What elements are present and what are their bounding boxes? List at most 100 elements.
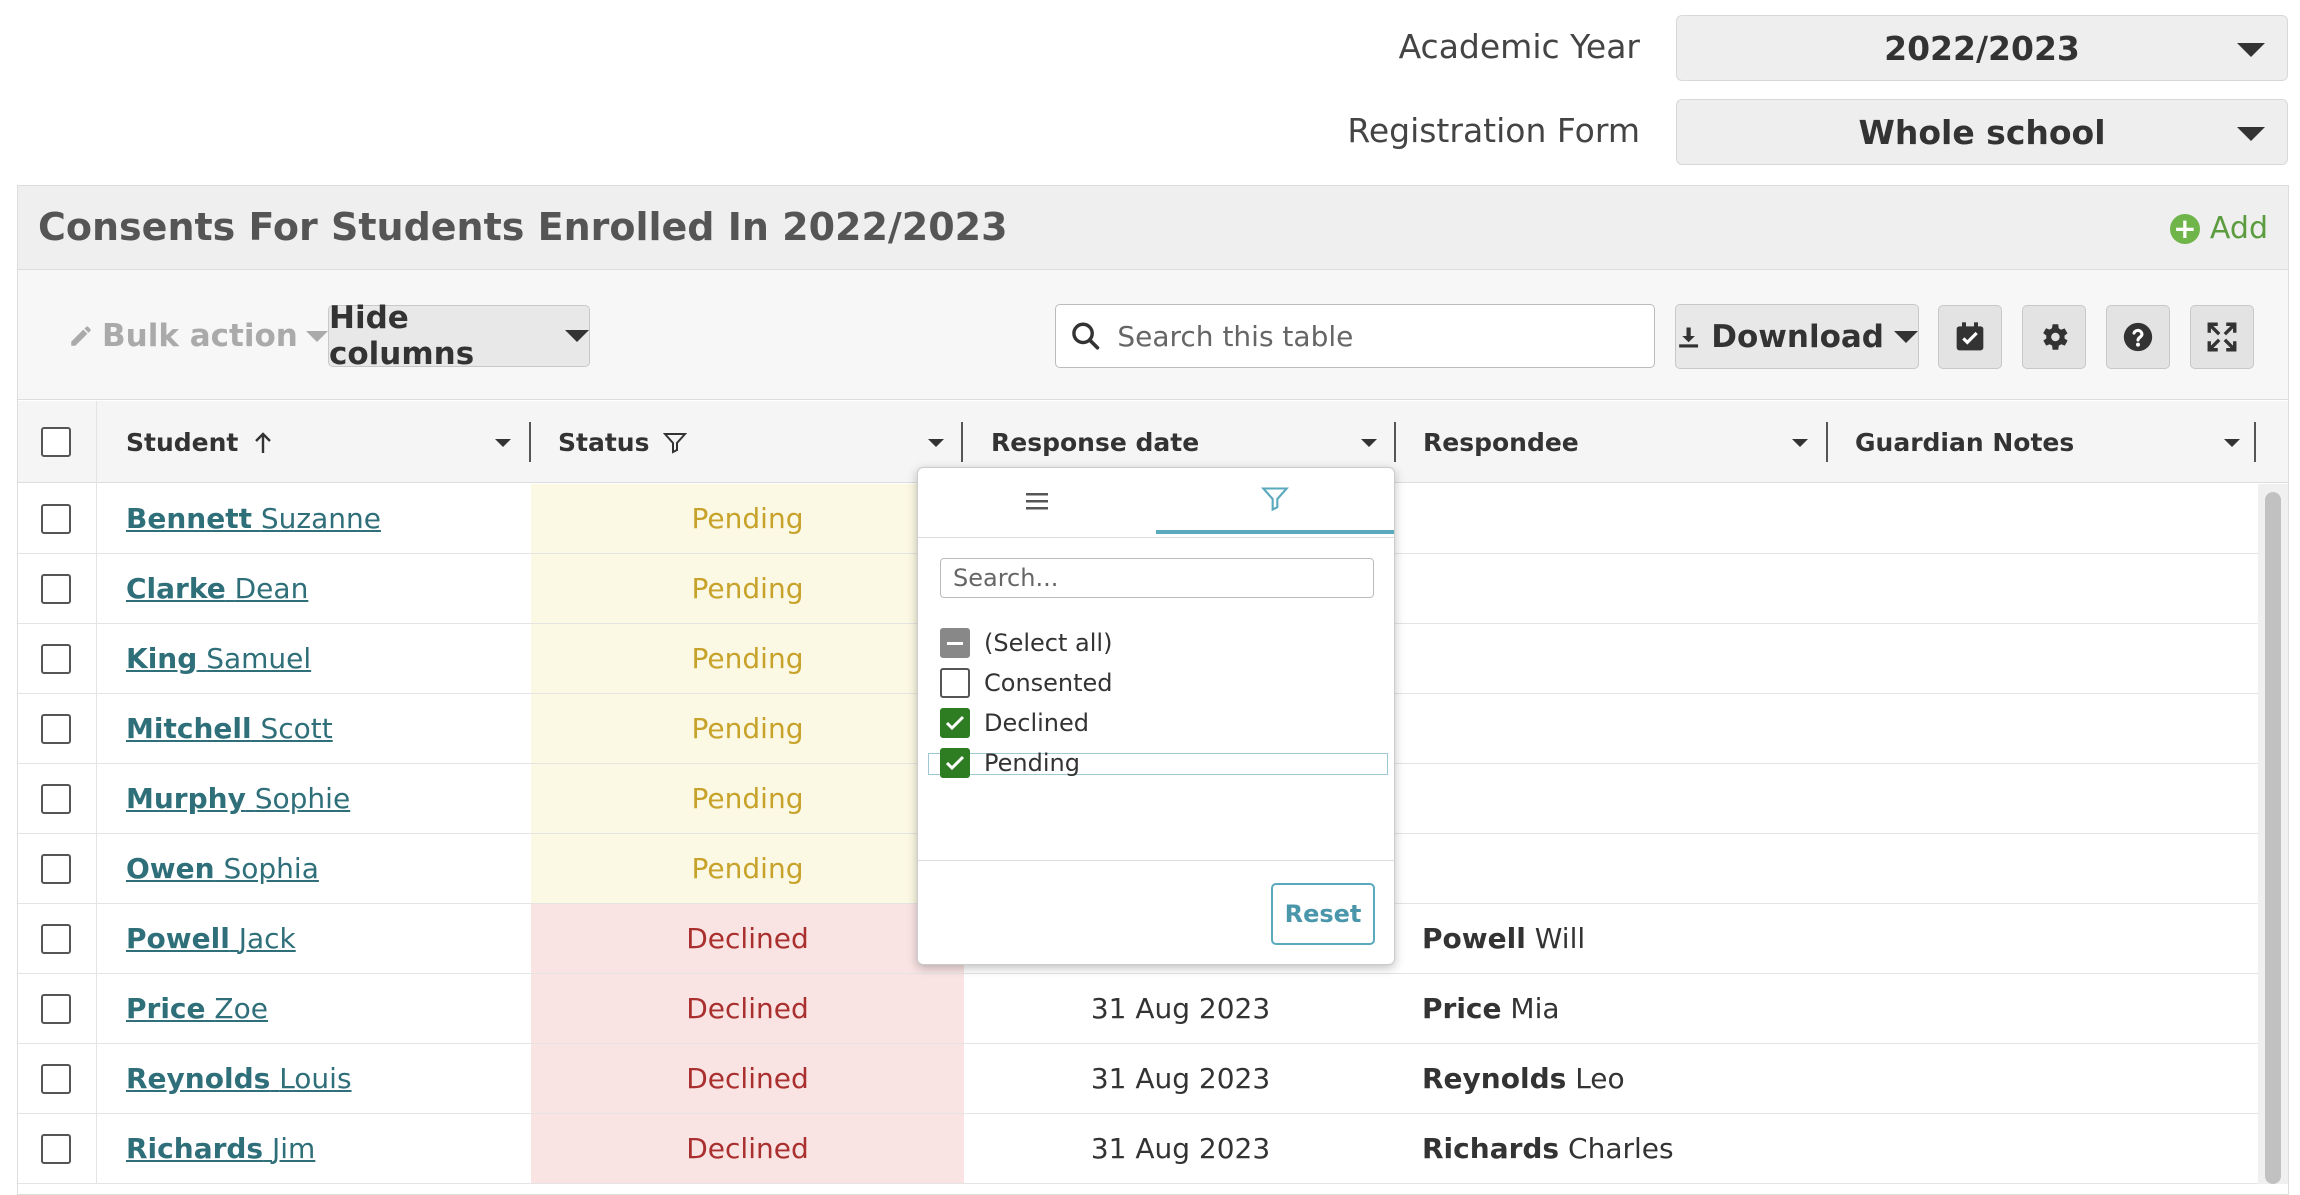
student-name-link[interactable]: Price Zoe (126, 992, 268, 1025)
bulk-action-label: Bulk action (102, 318, 298, 354)
filter-search-input[interactable] (951, 563, 1373, 593)
student-name-link[interactable]: Richards Jim (126, 1132, 315, 1165)
column-header-guardian-notes[interactable]: Guardian Notes (1855, 428, 2074, 457)
column-header-status[interactable]: Status (558, 428, 688, 457)
student-name-link[interactable]: King Samuel (126, 642, 311, 675)
student-name-link[interactable]: Mitchell Scott (126, 712, 333, 745)
column-separator[interactable] (1826, 422, 1828, 462)
download-icon (1679, 327, 1699, 348)
column-header-response-date[interactable]: Response date (991, 428, 1199, 457)
student-name-link[interactable]: Powell Jack (126, 922, 296, 955)
row-checkbox[interactable] (41, 504, 71, 534)
column-separator[interactable] (2254, 422, 2256, 462)
registration-form-select[interactable]: Whole school (1676, 99, 2288, 165)
consent-check-button[interactable] (1938, 305, 2002, 369)
column-menu-status-icon[interactable] (928, 439, 944, 447)
student-name-link[interactable]: Murphy Sophie (126, 782, 350, 815)
menu-icon (1026, 493, 1048, 510)
column-menu-guardian-notes-icon[interactable] (2224, 439, 2240, 447)
filter-option-label: Declined (984, 709, 1089, 737)
caret-down-icon (2237, 43, 2265, 57)
column-menu-response-date-icon[interactable] (1361, 439, 1377, 447)
help-button[interactable] (2106, 305, 2170, 369)
select-all-checkbox[interactable] (41, 427, 71, 457)
column-menu-respondee-icon[interactable] (1792, 439, 1808, 447)
student-name-link[interactable]: Clarke Dean (126, 572, 308, 605)
popup-tab-divider (918, 537, 1394, 538)
registration-form-value: Whole school (1858, 112, 2106, 152)
filter-option-declined[interactable]: Declined (940, 708, 1089, 738)
add-button[interactable]: + Add (2169, 211, 2268, 246)
filter-option-select-all[interactable]: (Select all) (940, 628, 1112, 658)
table-search-input[interactable] (1115, 318, 1654, 354)
row-checkbox[interactable] (41, 574, 71, 604)
table-scrollbar[interactable] (2258, 484, 2288, 1184)
response-date-cell: 31 Aug 2023 (1090, 1132, 1271, 1165)
bulk-action-button[interactable]: Bulk action (68, 318, 328, 354)
row-checkbox[interactable] (41, 1134, 71, 1164)
expand-icon (2207, 322, 2237, 352)
checkmark-icon (945, 755, 965, 771)
column-header-respondee[interactable]: Respondee (1423, 428, 1579, 457)
column-header-student-label: Student (126, 428, 239, 457)
row-checkbox[interactable] (41, 854, 71, 884)
settings-button[interactable] (2022, 305, 2086, 369)
row-checkbox[interactable] (41, 1064, 71, 1094)
student-name-link[interactable]: Reynolds Louis (126, 1062, 352, 1095)
status-cell: Pending (531, 554, 964, 623)
calendar-check-icon (1956, 322, 1984, 351)
status-cell: Declined (531, 1114, 964, 1183)
column-header-student[interactable]: Student (126, 428, 274, 457)
status-filter-popup: (Select all) Consented Declined Pending … (917, 467, 1395, 965)
status-cell: Pending (531, 624, 964, 693)
download-label: Download (1711, 318, 1884, 355)
academic-year-value: 2022/2023 (1884, 28, 2080, 68)
column-separator[interactable] (961, 422, 963, 462)
column-separator[interactable] (1394, 422, 1396, 462)
row-checkbox[interactable] (41, 644, 71, 674)
row-checkbox[interactable] (41, 784, 71, 814)
column-header-response-date-label: Response date (991, 428, 1200, 457)
indeterminate-checkbox-icon[interactable] (940, 628, 970, 658)
academic-year-select[interactable]: 2022/2023 (1676, 15, 2288, 81)
filter-option-pending[interactable]: Pending (940, 748, 1080, 778)
student-name-link[interactable]: Owen Sophia (126, 852, 319, 885)
filter-option-consented[interactable]: Consented (940, 668, 1113, 698)
checked-checkbox-icon[interactable] (940, 748, 970, 778)
status-cell: Pending (531, 764, 964, 833)
filter-tab[interactable] (1156, 468, 1394, 534)
table-row[interactable]: Reynolds Louis Declined 31 Aug 2023 Reyn… (18, 1044, 2258, 1114)
row-checkbox[interactable] (41, 924, 71, 954)
column-menu-student-icon[interactable] (495, 439, 511, 447)
caret-down-icon (1894, 330, 1918, 343)
table-row[interactable]: Richards Jim Declined 31 Aug 2023 Richar… (18, 1114, 2258, 1184)
panel-header: Consents For Students Enrolled In 2022/2… (18, 186, 2288, 270)
respondee-cell: Powell Will (1422, 922, 1586, 955)
reset-button[interactable]: Reset (1271, 883, 1375, 945)
status-cell: Pending (531, 834, 964, 903)
column-header-respondee-label: Respondee (1423, 428, 1579, 457)
unchecked-checkbox-icon[interactable] (940, 668, 970, 698)
status-cell: Pending (531, 484, 964, 553)
caret-down-icon (565, 330, 589, 342)
add-label: Add (2209, 211, 2268, 246)
hide-columns-button[interactable]: Hide columns (328, 300, 590, 372)
status-cell: Pending (531, 694, 964, 763)
scrollbar-thumb[interactable] (2265, 492, 2281, 1184)
filter-icon (1261, 487, 1289, 512)
student-name-link[interactable]: Bennett Suzanne (126, 502, 381, 535)
caret-down-icon (305, 330, 328, 342)
checked-checkbox-icon[interactable] (940, 708, 970, 738)
download-button[interactable]: Download (1675, 304, 1919, 369)
table-row[interactable]: Price Zoe Declined 31 Aug 2023 Price Mia (18, 974, 2258, 1044)
table-search[interactable] (1055, 304, 1655, 368)
fullscreen-button[interactable] (2190, 305, 2254, 369)
filter-search-field[interactable] (940, 558, 1374, 598)
column-separator[interactable] (529, 422, 531, 462)
row-checkbox[interactable] (41, 714, 71, 744)
panel-title: Consents For Students Enrolled In 2022/2… (38, 205, 1008, 249)
status-cell: Declined (531, 1044, 964, 1113)
row-checkbox[interactable] (41, 994, 71, 1024)
general-menu-tab[interactable] (918, 468, 1156, 534)
plus-circle-icon: + (2169, 213, 2200, 244)
